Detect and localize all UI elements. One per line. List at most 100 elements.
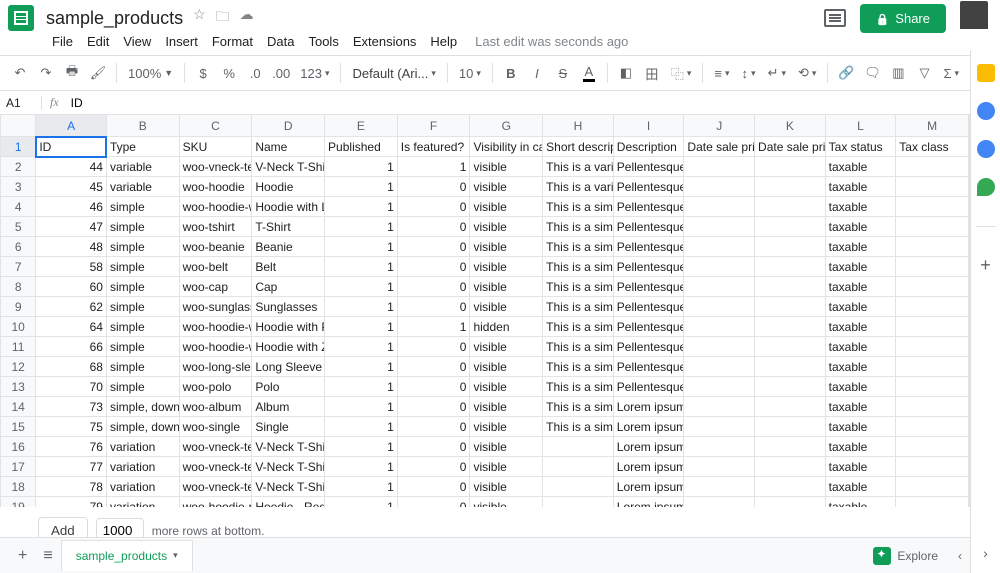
cell[interactable] [684,457,755,477]
menu-view[interactable]: View [117,32,157,51]
contacts-icon[interactable] [977,140,995,158]
cell[interactable]: woo-beanie [179,237,252,257]
cell[interactable]: visible [470,217,543,237]
row-header[interactable]: 15 [1,417,36,437]
cell[interactable] [896,157,969,177]
cell[interactable]: Pellentesque habitant morbi tristique se… [613,157,684,177]
side-panel-toggle[interactable]: ‹ [958,549,962,563]
cell[interactable]: 1 [325,237,398,257]
cell[interactable]: simple [106,317,179,337]
cell[interactable] [896,297,969,317]
cell[interactable]: visible [470,257,543,277]
cell[interactable] [896,217,969,237]
row-header[interactable]: 18 [1,477,36,497]
cell[interactable]: taxable [825,477,896,497]
cell[interactable]: 1 [325,297,398,317]
cell[interactable] [755,337,826,357]
cell[interactable]: This is a simple [543,297,614,317]
cell[interactable]: Album [252,397,325,417]
column-header[interactable]: K [755,115,826,137]
spreadsheet-grid[interactable]: ABCDEFGHIJKLM1IDTypeSKUNamePublishedIs f… [0,114,970,535]
row-header[interactable]: 13 [1,377,36,397]
cell[interactable]: 0 [397,457,470,477]
merge-cells-dropdown[interactable]: ⿻▾ [666,64,697,83]
cell[interactable]: Pellentesque habitant morbi tristique se… [613,317,684,337]
cell[interactable]: Single [252,417,325,437]
cell[interactable]: woo-sunglasses [179,297,252,317]
cell[interactable]: Is featured? [397,137,470,157]
cell[interactable] [896,177,969,197]
cell[interactable]: simple [106,257,179,277]
cell[interactable]: simple, downloadable [106,417,179,437]
cell[interactable]: Belt [252,257,325,277]
cell[interactable]: Tax status [825,137,896,157]
cell[interactable] [755,237,826,257]
cell[interactable] [896,397,969,417]
cell[interactable]: visible [470,397,543,417]
cell[interactable]: visible [470,177,543,197]
cell[interactable]: 45 [36,177,107,197]
column-header[interactable]: J [684,115,755,137]
cell[interactable] [896,377,969,397]
cell[interactable] [755,417,826,437]
cell[interactable]: simple [106,377,179,397]
row-header[interactable]: 6 [1,237,36,257]
cell[interactable]: 0 [397,417,470,437]
cell[interactable] [755,217,826,237]
cell[interactable]: Pellentesque habitant morbi tristique se… [613,277,684,297]
cell[interactable]: taxable [825,377,896,397]
cell[interactable]: This is a simple [543,197,614,217]
cell[interactable]: 0 [397,257,470,277]
cell[interactable]: Cap [252,277,325,297]
cell[interactable]: 1 [325,397,398,417]
print-button[interactable]: 🖶 [60,61,84,85]
cell[interactable]: SKU [179,137,252,157]
cell[interactable] [755,477,826,497]
cell[interactable]: Hoodie with Pocket [252,317,325,337]
row-header[interactable]: 1 [1,137,36,157]
cell[interactable]: This is a simple [543,357,614,377]
sheet-tab-active[interactable]: sample_products ▾ [61,540,193,571]
cell[interactable]: V-Neck T-Shirt - [252,457,325,477]
cell[interactable]: taxable [825,317,896,337]
insert-comment-button[interactable]: 🗨 [860,61,884,85]
cell[interactable]: simple [106,337,179,357]
cell[interactable]: visible [470,477,543,497]
cell[interactable] [684,177,755,197]
cell[interactable]: visible [470,357,543,377]
cell[interactable] [684,317,755,337]
cell[interactable]: simple [106,357,179,377]
cell[interactable]: woo-vneck-tee [179,157,252,177]
cell[interactable]: 1 [325,377,398,397]
cell[interactable]: Hoodie with Zipper [252,337,325,357]
cell[interactable] [896,417,969,437]
account-avatar[interactable] [960,1,988,29]
cell[interactable]: 0 [397,357,470,377]
cell[interactable]: taxable [825,297,896,317]
cell[interactable] [755,277,826,297]
tasks-icon[interactable] [977,102,995,120]
cell[interactable]: 1 [325,417,398,437]
cell[interactable]: 64 [36,317,107,337]
format-currency-button[interactable]: $ [191,61,215,85]
increase-decimal-button[interactable]: .00 [269,61,293,85]
cell[interactable]: Pellentesque habitant morbi tristique se… [613,337,684,357]
cell[interactable]: 1 [325,257,398,277]
cell[interactable] [755,457,826,477]
column-header[interactable]: G [470,115,543,137]
cell[interactable]: 78 [36,477,107,497]
cell[interactable]: Long Sleeve Tee [252,357,325,377]
column-header[interactable]: F [397,115,470,137]
cell[interactable] [896,237,969,257]
cell[interactable]: 1 [325,157,398,177]
italic-button[interactable]: I [525,61,549,85]
cell[interactable]: taxable [825,457,896,477]
cell[interactable]: 47 [36,217,107,237]
cell[interactable]: simple [106,237,179,257]
cell[interactable]: Date sale price ends [755,137,826,157]
cell[interactable] [684,237,755,257]
cell[interactable]: This is a simple [543,317,614,337]
menu-extensions[interactable]: Extensions [347,32,423,51]
cell[interactable] [755,317,826,337]
cell[interactable]: simple [106,297,179,317]
